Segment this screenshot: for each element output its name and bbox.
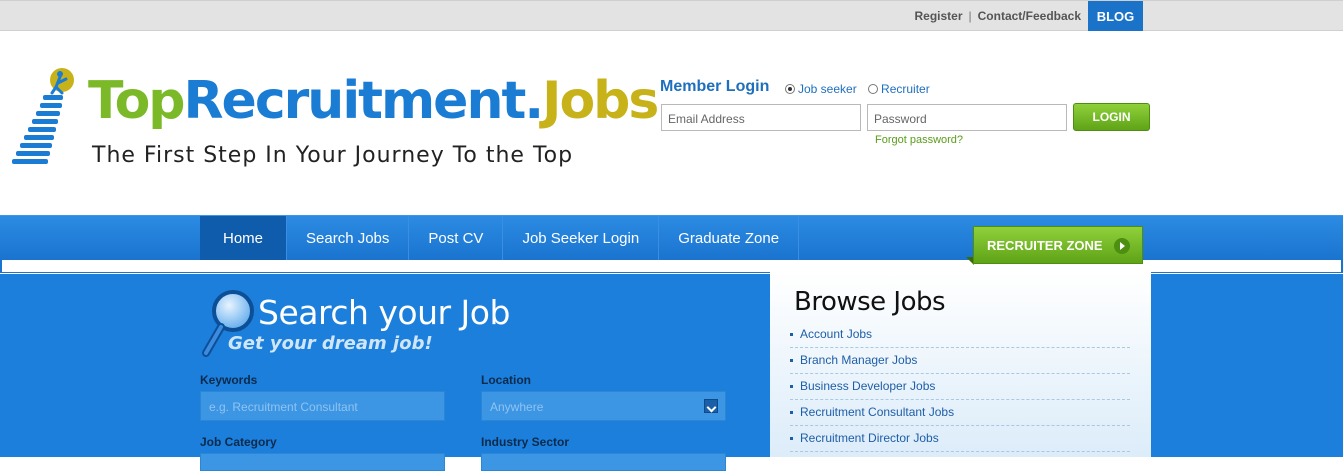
member-login-title: Member Login	[660, 78, 770, 95]
chevron-down-icon[interactable]	[704, 399, 718, 413]
browse-job-link[interactable]: Recruitment Consultant Jobs	[790, 400, 1130, 426]
radio-recruiter-label: Recruiter	[881, 82, 930, 96]
browse-job-link[interactable]: Branch Manager Jobs	[790, 348, 1130, 374]
industry-sector-label: Industry Sector	[481, 435, 570, 449]
logo-tagline: The First Step In Your Journey To the To…	[92, 143, 574, 168]
nav-item-post-cv[interactable]: Post CV	[409, 216, 504, 260]
keywords-label: Keywords	[200, 373, 258, 387]
recruiter-zone-label: RECRUITER ZONE	[987, 238, 1103, 253]
logo-wordmark: TopRecruitment.Jobs	[88, 71, 659, 131]
recruiter-zone-button[interactable]: RECRUITER ZONE	[973, 226, 1143, 264]
password-field[interactable]: Password	[867, 104, 1067, 131]
radio-job-seeker[interactable]: Job seeker	[785, 82, 857, 96]
site-header: TopRecruitment.Jobs The First Step In Yo…	[0, 31, 1343, 215]
search-title: Search your Job	[258, 293, 510, 332]
job-category-label: Job Category	[200, 435, 277, 449]
radio-unselected-icon	[868, 84, 879, 94]
forgot-password-link[interactable]: Forgot password?	[875, 134, 963, 146]
arrow-right-icon	[1114, 238, 1130, 254]
nav-item-search-jobs[interactable]: Search Jobs	[287, 216, 410, 260]
login-type-radio-group: Job seeker Recruiter	[785, 82, 938, 96]
nav-items: Home Search Jobs Post CV Job Seeker Logi…	[200, 216, 800, 260]
job-category-select[interactable]	[200, 453, 445, 471]
blog-button[interactable]: BLOG	[1088, 1, 1143, 32]
radio-job-seeker-label: Job seeker	[798, 82, 857, 96]
logo-word-dot: .	[524, 71, 544, 131]
logo-word-recruitment: Recruitment	[183, 71, 527, 131]
logo-word-jobs: Jobs	[542, 71, 659, 131]
logo-word-top: Top	[88, 71, 186, 131]
browse-jobs-list: Account Jobs Branch Manager Jobs Busines…	[790, 322, 1130, 452]
browse-job-link[interactable]: Business Developer Jobs	[790, 374, 1130, 400]
radio-selected-icon	[785, 84, 795, 94]
login-button[interactable]: LOGIN	[1073, 103, 1150, 131]
search-subtitle: Get your dream job!	[228, 333, 433, 354]
browse-job-link[interactable]: Account Jobs	[790, 322, 1130, 348]
nav-item-home[interactable]: Home	[200, 216, 288, 260]
nav-item-graduate-zone[interactable]: Graduate Zone	[659, 216, 800, 260]
browse-jobs-panel: Browse Jobs Account Jobs Branch Manager …	[770, 272, 1151, 457]
staircase-logo-icon	[12, 68, 74, 164]
radio-recruiter[interactable]: Recruiter	[868, 82, 930, 96]
site-logo[interactable]: TopRecruitment.Jobs The First Step In Yo…	[10, 67, 659, 207]
location-selected-value: Anywhere	[490, 400, 544, 414]
utility-links: Register | Contact/Feedback	[914, 9, 1081, 23]
nav-underband-left-edge	[0, 260, 2, 273]
location-select[interactable]: Anywhere	[481, 391, 726, 421]
link-separator: |	[968, 9, 972, 23]
browse-jobs-title: Browse Jobs	[794, 287, 946, 317]
email-field[interactable]: Email Address	[661, 104, 861, 131]
contact-feedback-link[interactable]: Contact/Feedback	[978, 9, 1081, 23]
browse-job-link[interactable]: Recruitment Director Jobs	[790, 426, 1130, 452]
location-label: Location	[481, 373, 531, 387]
keywords-input[interactable]: e.g. Recruitment Consultant	[200, 391, 445, 421]
nav-item-job-seeker-login[interactable]: Job Seeker Login	[503, 216, 660, 260]
utility-bar: Register | Contact/Feedback BLOG	[0, 0, 1343, 32]
industry-sector-select[interactable]	[481, 453, 726, 471]
register-link[interactable]: Register	[914, 9, 962, 23]
